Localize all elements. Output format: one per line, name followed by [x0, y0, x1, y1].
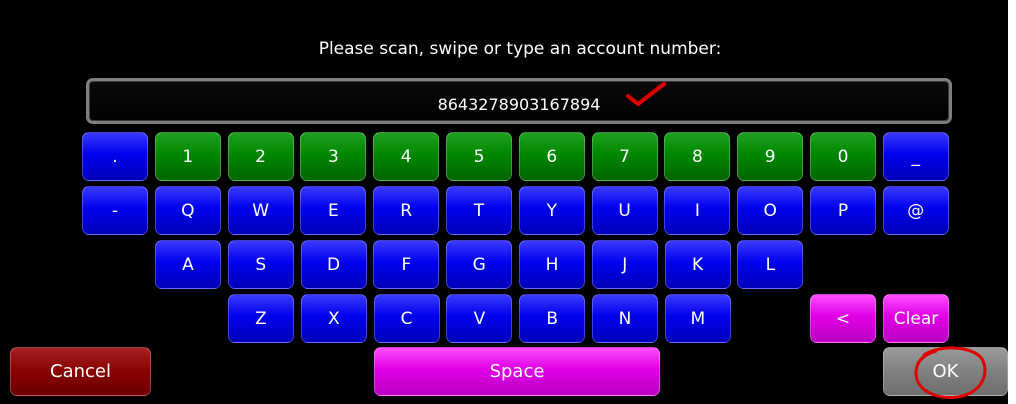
key-T[interactable]: T — [446, 186, 512, 235]
key-F[interactable]: F — [373, 240, 440, 289]
key-L[interactable]: L — [737, 240, 804, 289]
kiosk-screen: Please scan, swipe or type an account nu… — [0, 0, 1016, 404]
space-button[interactable]: Space — [374, 347, 660, 396]
key-Q[interactable]: Q — [154, 186, 221, 235]
key-.[interactable]: . — [82, 132, 148, 181]
key-X[interactable]: X — [300, 294, 367, 343]
key--[interactable]: - — [82, 186, 148, 235]
key-B[interactable]: B — [519, 294, 586, 343]
key-S[interactable]: S — [227, 240, 294, 289]
clear-key[interactable]: Clear — [883, 294, 949, 343]
key-4[interactable]: 4 — [373, 132, 440, 181]
key-3[interactable]: 3 — [300, 132, 367, 181]
key-1[interactable]: 1 — [154, 132, 221, 181]
prompt-text: Please scan, swipe or type an account nu… — [318, 39, 722, 59]
key-U[interactable]: U — [591, 186, 658, 235]
key-2[interactable]: 2 — [227, 132, 294, 181]
key-A[interactable]: A — [155, 240, 221, 289]
key-H[interactable]: H — [519, 240, 585, 289]
key-K[interactable]: K — [664, 240, 731, 289]
key-9[interactable]: 9 — [737, 132, 804, 181]
key-I[interactable]: I — [664, 186, 731, 235]
key-Y[interactable]: Y — [518, 186, 585, 235]
key-N[interactable]: N — [592, 294, 658, 343]
key-@[interactable]: @ — [882, 186, 949, 235]
key-R[interactable]: R — [373, 186, 440, 235]
key-_[interactable]: _ — [882, 132, 949, 181]
key-7[interactable]: 7 — [591, 132, 658, 181]
key-W[interactable]: W — [227, 186, 294, 235]
key-C[interactable]: C — [373, 294, 440, 343]
key-P[interactable]: P — [810, 186, 876, 235]
checkmark-annotation-icon — [626, 82, 666, 106]
backspace-key[interactable]: < — [810, 294, 876, 343]
key-5[interactable]: 5 — [446, 132, 512, 181]
ok-button[interactable]: OK — [883, 347, 1008, 396]
key-E[interactable]: E — [300, 186, 367, 235]
key-V[interactable]: V — [446, 294, 513, 343]
key-8[interactable]: 8 — [664, 132, 731, 181]
right-border — [1008, 0, 1016, 404]
key-0[interactable]: 0 — [810, 132, 876, 181]
key-O[interactable]: O — [737, 186, 804, 235]
key-D[interactable]: D — [300, 240, 367, 289]
account-number-value: 8643278903167894 — [437, 95, 601, 114]
key-M[interactable]: M — [664, 294, 731, 343]
key-J[interactable]: J — [591, 240, 658, 289]
key-Z[interactable]: Z — [228, 294, 294, 343]
account-number-field[interactable]: 8643278903167894 — [86, 78, 952, 124]
key-G[interactable]: G — [446, 240, 513, 289]
cancel-button[interactable]: Cancel — [10, 347, 151, 396]
key-6[interactable]: 6 — [518, 132, 585, 181]
